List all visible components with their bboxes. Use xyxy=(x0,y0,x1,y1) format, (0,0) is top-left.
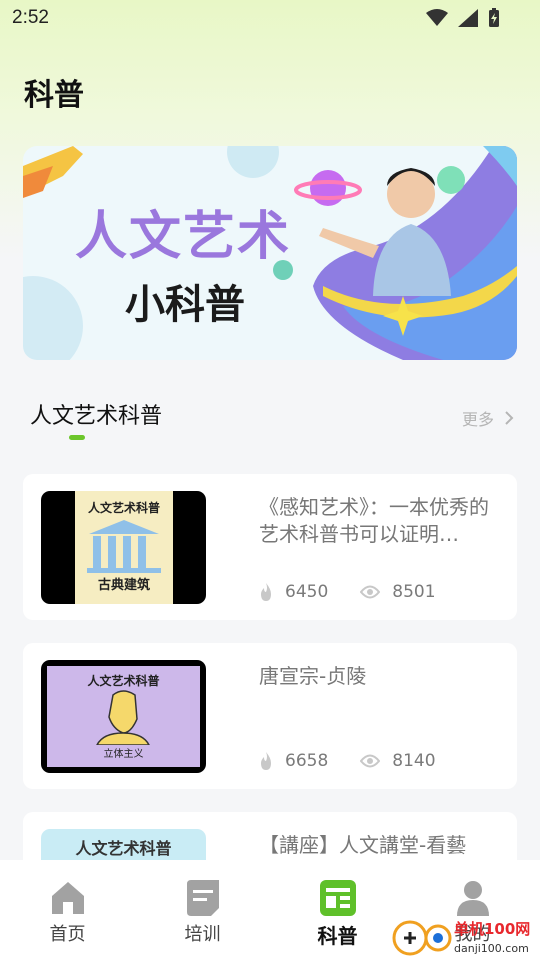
tab-science[interactable]: 科普 xyxy=(270,860,405,960)
more-label: 更多 xyxy=(461,410,494,429)
watermark-logo: 单机100网 danji100.com xyxy=(392,920,530,956)
thumbnail-header: 人文艺术科普 xyxy=(75,839,172,858)
watermark: 单机100网 danji100.com xyxy=(392,914,540,960)
article-stats: 6658 8140 xyxy=(259,751,468,771)
views-stat: 8140 xyxy=(360,751,436,771)
views-stat: 8501 xyxy=(360,582,436,602)
likes-count: 6450 xyxy=(285,582,329,602)
section-header: 人文艺术科普 更多 xyxy=(30,398,520,444)
science-icon xyxy=(319,880,356,916)
tab-home[interactable]: 首页 xyxy=(0,860,135,960)
tab-label: 首页 xyxy=(49,924,86,945)
article-thumbnail: 人文艺术科普 立体主义 xyxy=(41,660,206,773)
article-thumbnail: 人文艺术科普 古典建筑 xyxy=(41,491,206,604)
likes-stat: 6450 xyxy=(259,582,328,602)
eye-icon xyxy=(360,754,381,768)
likes-stat: 6658 xyxy=(259,751,328,771)
article-stats: 6450 8501 xyxy=(259,582,468,602)
views-count: 8140 xyxy=(392,751,436,771)
thumbnail-header: 人文艺术科普 xyxy=(87,674,160,688)
banner-carousel[interactable]: 人文艺术 小科普 xyxy=(23,146,517,360)
status-icons xyxy=(426,8,500,28)
profile-icon xyxy=(456,881,489,916)
status-bar: 2:52 xyxy=(0,0,540,36)
tab-training[interactable]: 培训 xyxy=(135,860,270,960)
signal-icon xyxy=(458,9,478,27)
article-card[interactable]: 人文艺术科普 古典建筑 《感知艺术》：一本优秀的艺术科普书可以证明… 6450 … xyxy=(23,474,517,620)
section-title: 人文艺术科普 xyxy=(30,404,163,429)
article-title: 【講座】人文講堂-看藝 xyxy=(259,833,467,857)
training-icon xyxy=(186,880,219,916)
classical-building-icon xyxy=(87,520,161,573)
svg-text:danji100.com: danji100.com xyxy=(454,942,529,955)
battery-icon xyxy=(489,8,499,27)
tab-label: 科普 xyxy=(317,924,358,948)
status-time: 2:52 xyxy=(12,7,49,28)
flame-icon xyxy=(261,752,271,770)
banner-title: 人文艺术 xyxy=(75,207,292,267)
rocket-icon xyxy=(23,146,83,198)
cubist-portrait-icon xyxy=(96,690,150,745)
eye-icon xyxy=(360,585,381,599)
thumbnail-poster: 人文艺术科普 古典建筑 xyxy=(75,491,173,604)
svg-text:单机100网: 单机100网 xyxy=(454,920,530,938)
section-underline xyxy=(69,435,85,440)
thumbnail-caption: 古典建筑 xyxy=(97,578,150,593)
article-title: 唐宣宗-贞陵 xyxy=(259,664,367,688)
banner-subtitle: 小科普 xyxy=(125,282,245,328)
tab-label: 培训 xyxy=(184,924,221,945)
page-title: 科普 xyxy=(24,78,84,113)
likes-count: 6658 xyxy=(285,751,329,771)
flame-icon xyxy=(261,583,271,601)
chevron-right-icon xyxy=(505,411,514,425)
thumbnail-poster: 人文艺术科普 立体主义 xyxy=(47,666,200,767)
article-card[interactable]: 人文艺术科普 立体主义 唐宣宗-贞陵 6658 8140 xyxy=(23,643,517,789)
thumbnail-header: 人文艺术科普 xyxy=(87,501,160,515)
views-count: 8501 xyxy=(392,582,436,602)
wifi-icon xyxy=(426,9,448,26)
home-icon xyxy=(51,882,84,914)
more-link[interactable]: 更多 xyxy=(462,406,514,430)
thumbnail-caption: 立体主义 xyxy=(103,749,144,760)
article-title: 《感知艺术》：一本优秀的艺术科普书可以证明… xyxy=(259,495,489,546)
